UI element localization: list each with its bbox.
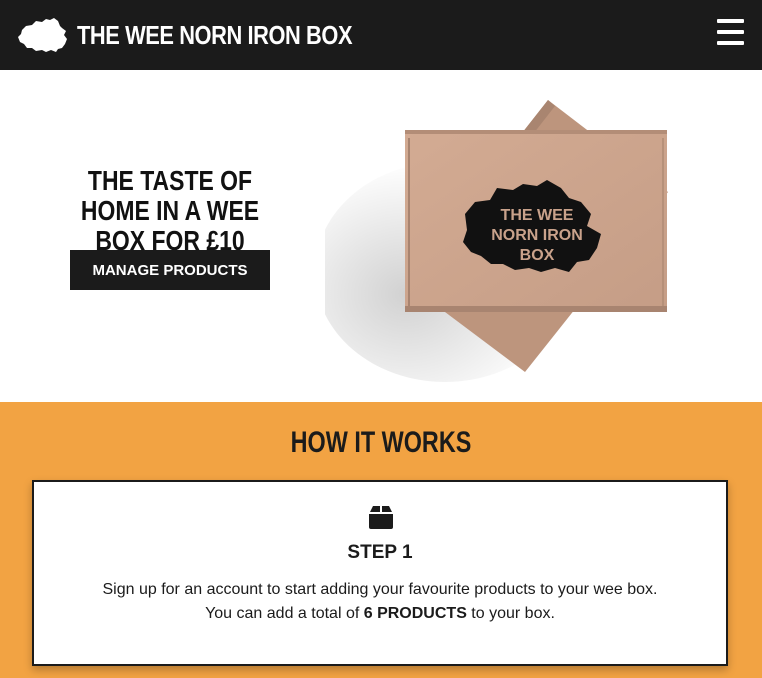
step-card: STEP 1 Sign up for an account to start a… xyxy=(32,480,728,666)
product-limit: 6 PRODUCTS xyxy=(363,605,467,622)
box-logo-line: THE WEE xyxy=(501,207,574,224)
box-logo-line: NORN IRON xyxy=(491,227,583,244)
manage-products-button[interactable]: MANAGE PRODUCTS xyxy=(70,250,270,290)
menu-bar xyxy=(717,30,744,34)
brand-link[interactable]: THE WEE NORN IRON BOX xyxy=(16,16,405,54)
step-title: STEP 1 xyxy=(347,542,413,563)
step-line-prefix: You can add a total of xyxy=(205,605,364,622)
hero-title: THE TASTE OF HOME IN A WEE BOX FOR £10 xyxy=(80,165,260,256)
menu-bar xyxy=(717,19,744,23)
hamburger-menu-icon[interactable] xyxy=(717,19,744,45)
brand-name: THE WEE NORN IRON BOX xyxy=(77,19,353,50)
northern-ireland-map-icon xyxy=(18,18,67,52)
how-it-works-title: HOW IT WORKS xyxy=(290,426,472,459)
hero-section: THE TASTE OF HOME IN A WEE BOX FOR £10 M… xyxy=(0,70,762,402)
front-box-lid-edge xyxy=(405,130,667,134)
navbar: THE WEE NORN IRON BOX xyxy=(0,0,762,70)
cardboard-box-image: THE WEE NORN IRON BOX xyxy=(325,100,668,382)
step-line: Sign up for an account to start adding y… xyxy=(102,581,658,598)
step-description: Sign up for an account to start adding y… xyxy=(34,578,726,626)
step-line-suffix: to your box. xyxy=(466,605,555,622)
how-it-works-section: HOW IT WORKS STEP 1 Sign up for an accou… xyxy=(0,402,762,678)
front-box-bottom-edge xyxy=(405,306,667,312)
menu-bar xyxy=(717,41,744,45)
box-logo-line: BOX xyxy=(520,247,555,264)
box-icon xyxy=(369,506,393,529)
